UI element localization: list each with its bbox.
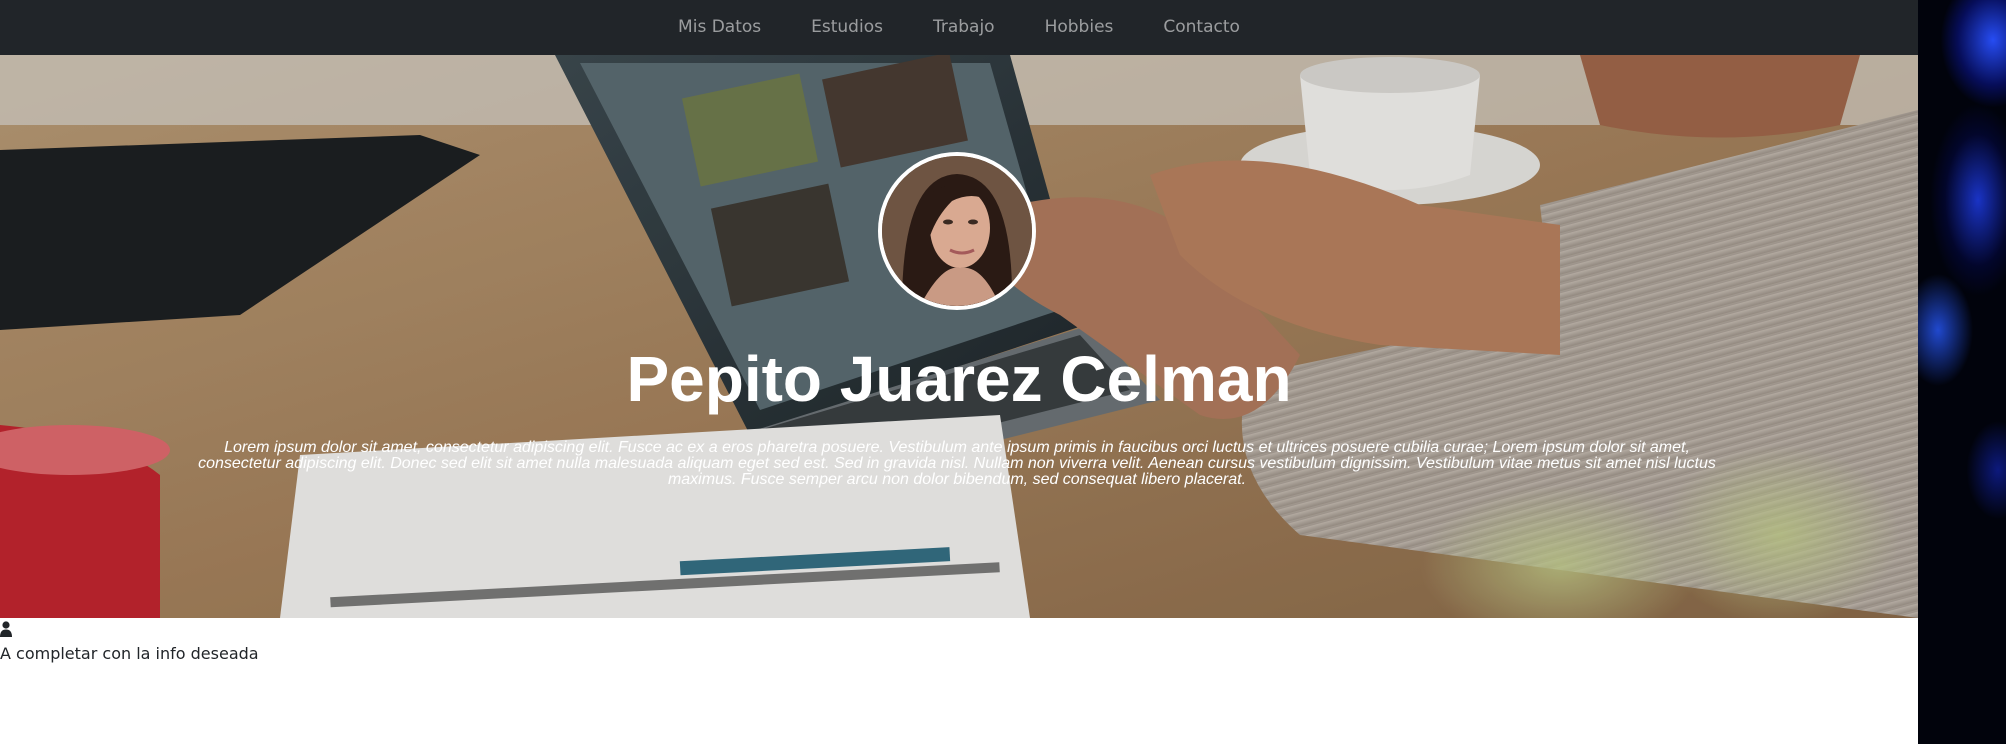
page: Mis Datos Estudios Trabajo Hobbies Conta… bbox=[0, 0, 1918, 744]
hero-background-image bbox=[0, 55, 1918, 618]
hero-section: Pepito Juarez Celman Lorem ipsum dolor s… bbox=[0, 55, 1918, 618]
hero-name-heading: Pepito Juarez Celman bbox=[626, 343, 1292, 415]
profile-avatar bbox=[878, 152, 1036, 310]
nav-link-trabajo[interactable]: Trabajo bbox=[908, 0, 1020, 55]
desktop-wallpaper-strip bbox=[1918, 0, 2006, 744]
nav-link-estudios[interactable]: Estudios bbox=[786, 0, 908, 55]
about-text: A completar con la info deseada bbox=[0, 644, 259, 663]
nav-link-hobbies[interactable]: Hobbies bbox=[1020, 0, 1139, 55]
nav-link-contacto[interactable]: Contacto bbox=[1138, 0, 1265, 55]
navbar: Mis Datos Estudios Trabajo Hobbies Conta… bbox=[0, 0, 1918, 55]
hero-description: Lorem ipsum dolor sit amet, consectetur … bbox=[198, 439, 1716, 488]
nav-link-mis-datos[interactable]: Mis Datos bbox=[653, 0, 786, 55]
user-icon bbox=[0, 621, 12, 637]
